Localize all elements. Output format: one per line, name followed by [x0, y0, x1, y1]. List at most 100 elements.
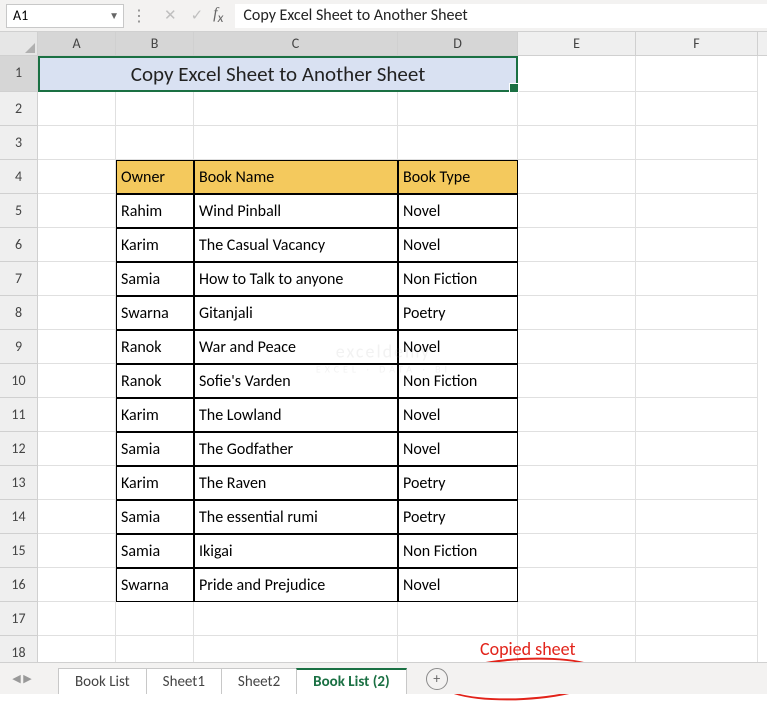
table-cell[interactable]: Sofie's Varden	[194, 364, 398, 398]
row-header[interactable]: 16	[0, 568, 38, 602]
table-cell[interactable]: Swarna	[116, 296, 194, 330]
table-cell[interactable]: Novel	[398, 228, 518, 262]
cell[interactable]	[636, 500, 758, 534]
row-header[interactable]: 10	[0, 364, 38, 398]
cell[interactable]	[38, 194, 116, 228]
cell[interactable]	[518, 602, 636, 636]
table-cell[interactable]: Novel	[398, 330, 518, 364]
cell[interactable]	[636, 568, 758, 602]
cell[interactable]	[38, 228, 116, 262]
cell[interactable]	[518, 568, 636, 602]
table-cell[interactable]: The Raven	[194, 466, 398, 500]
sheet-tab[interactable]: Sheet1	[146, 668, 222, 694]
cell[interactable]	[194, 602, 398, 636]
col-header-C[interactable]: C	[194, 32, 398, 55]
cell[interactable]	[518, 296, 636, 330]
select-all-corner[interactable]	[0, 32, 38, 55]
row-header[interactable]: 14	[0, 500, 38, 534]
cell[interactable]	[518, 432, 636, 466]
table-cell[interactable]: Pride and Prejudice	[194, 568, 398, 602]
table-cell[interactable]: Novel	[398, 432, 518, 466]
cell[interactable]	[636, 602, 758, 636]
cell[interactable]	[38, 398, 116, 432]
row-header[interactable]: 15	[0, 534, 38, 568]
cell[interactable]	[518, 160, 636, 194]
row-header[interactable]: 7	[0, 262, 38, 296]
cell[interactable]	[194, 126, 398, 160]
cell[interactable]	[636, 466, 758, 500]
cell[interactable]	[38, 126, 116, 160]
table-cell[interactable]: The Godfather	[194, 432, 398, 466]
row-header[interactable]: 9	[0, 330, 38, 364]
tab-nav-arrows[interactable]: ◀ ▶	[0, 672, 38, 685]
cell[interactable]	[636, 262, 758, 296]
table-cell[interactable]: Rahim	[116, 194, 194, 228]
cell[interactable]	[636, 194, 758, 228]
col-header-A[interactable]: A	[38, 32, 116, 55]
row-header[interactable]: 11	[0, 398, 38, 432]
row-header[interactable]: 2	[0, 92, 38, 126]
cell[interactable]	[518, 330, 636, 364]
cell[interactable]	[636, 228, 758, 262]
cell[interactable]	[636, 398, 758, 432]
table-cell[interactable]: Poetry	[398, 296, 518, 330]
table-cell[interactable]: The essential rumi	[194, 500, 398, 534]
cell[interactable]	[518, 466, 636, 500]
table-cell[interactable]: Swarna	[116, 568, 194, 602]
col-header-E[interactable]: E	[518, 32, 636, 55]
fx-icon[interactable]: fx	[213, 5, 235, 26]
row-header[interactable]: 4	[0, 160, 38, 194]
table-cell[interactable]: How to Talk to anyone	[194, 262, 398, 296]
row-header[interactable]: 8	[0, 296, 38, 330]
sheet-tab[interactable]: Book List (2)	[296, 668, 407, 694]
cell[interactable]	[518, 92, 636, 126]
cell[interactable]	[518, 534, 636, 568]
cell[interactable]	[38, 432, 116, 466]
sheet-tab[interactable]: Book List	[58, 668, 147, 694]
cell[interactable]	[636, 330, 758, 364]
cancel-icon[interactable]: ✕	[164, 6, 177, 25]
table-cell[interactable]: Karim	[116, 398, 194, 432]
table-cell[interactable]: The Casual Vacancy	[194, 228, 398, 262]
row-header[interactable]: 17	[0, 602, 38, 636]
table-cell[interactable]: Non Fiction	[398, 534, 518, 568]
table-cell[interactable]: Non Fiction	[398, 262, 518, 296]
table-cell[interactable]: Karim	[116, 466, 194, 500]
cell[interactable]	[518, 194, 636, 228]
cell[interactable]	[38, 330, 116, 364]
table-cell[interactable]: Gitanjali	[194, 296, 398, 330]
cell[interactable]	[636, 296, 758, 330]
table-cell[interactable]: Wind Pinball	[194, 194, 398, 228]
row-header[interactable]: 1	[0, 56, 38, 92]
table-cell[interactable]: Ranok	[116, 364, 194, 398]
cell[interactable]	[518, 500, 636, 534]
row-header[interactable]: 12	[0, 432, 38, 466]
cell[interactable]	[38, 92, 116, 126]
cell[interactable]	[636, 126, 758, 160]
cell[interactable]	[38, 160, 116, 194]
row-header[interactable]: 5	[0, 194, 38, 228]
table-cell[interactable]: Poetry	[398, 500, 518, 534]
cell[interactable]	[398, 126, 518, 160]
cell[interactable]	[518, 364, 636, 398]
cell[interactable]	[38, 262, 116, 296]
cell[interactable]	[518, 228, 636, 262]
table-cell[interactable]: Novel	[398, 194, 518, 228]
col-header-D[interactable]: D	[398, 32, 518, 55]
table-cell[interactable]: Ranok	[116, 330, 194, 364]
cell[interactable]	[116, 126, 194, 160]
table-header-cell[interactable]: Owner	[116, 160, 194, 194]
enter-icon[interactable]: ✓	[191, 6, 204, 25]
cell[interactable]	[518, 56, 636, 92]
row-header[interactable]: 3	[0, 126, 38, 160]
table-cell[interactable]: Samia	[116, 534, 194, 568]
row-header[interactable]: 6	[0, 228, 38, 262]
cell[interactable]	[398, 92, 518, 126]
cell[interactable]	[636, 534, 758, 568]
cell[interactable]	[38, 602, 116, 636]
cell[interactable]	[518, 262, 636, 296]
cell[interactable]	[116, 92, 194, 126]
table-cell[interactable]: Ikigai	[194, 534, 398, 568]
table-cell[interactable]: The Lowland	[194, 398, 398, 432]
col-header-B[interactable]: B	[116, 32, 194, 55]
